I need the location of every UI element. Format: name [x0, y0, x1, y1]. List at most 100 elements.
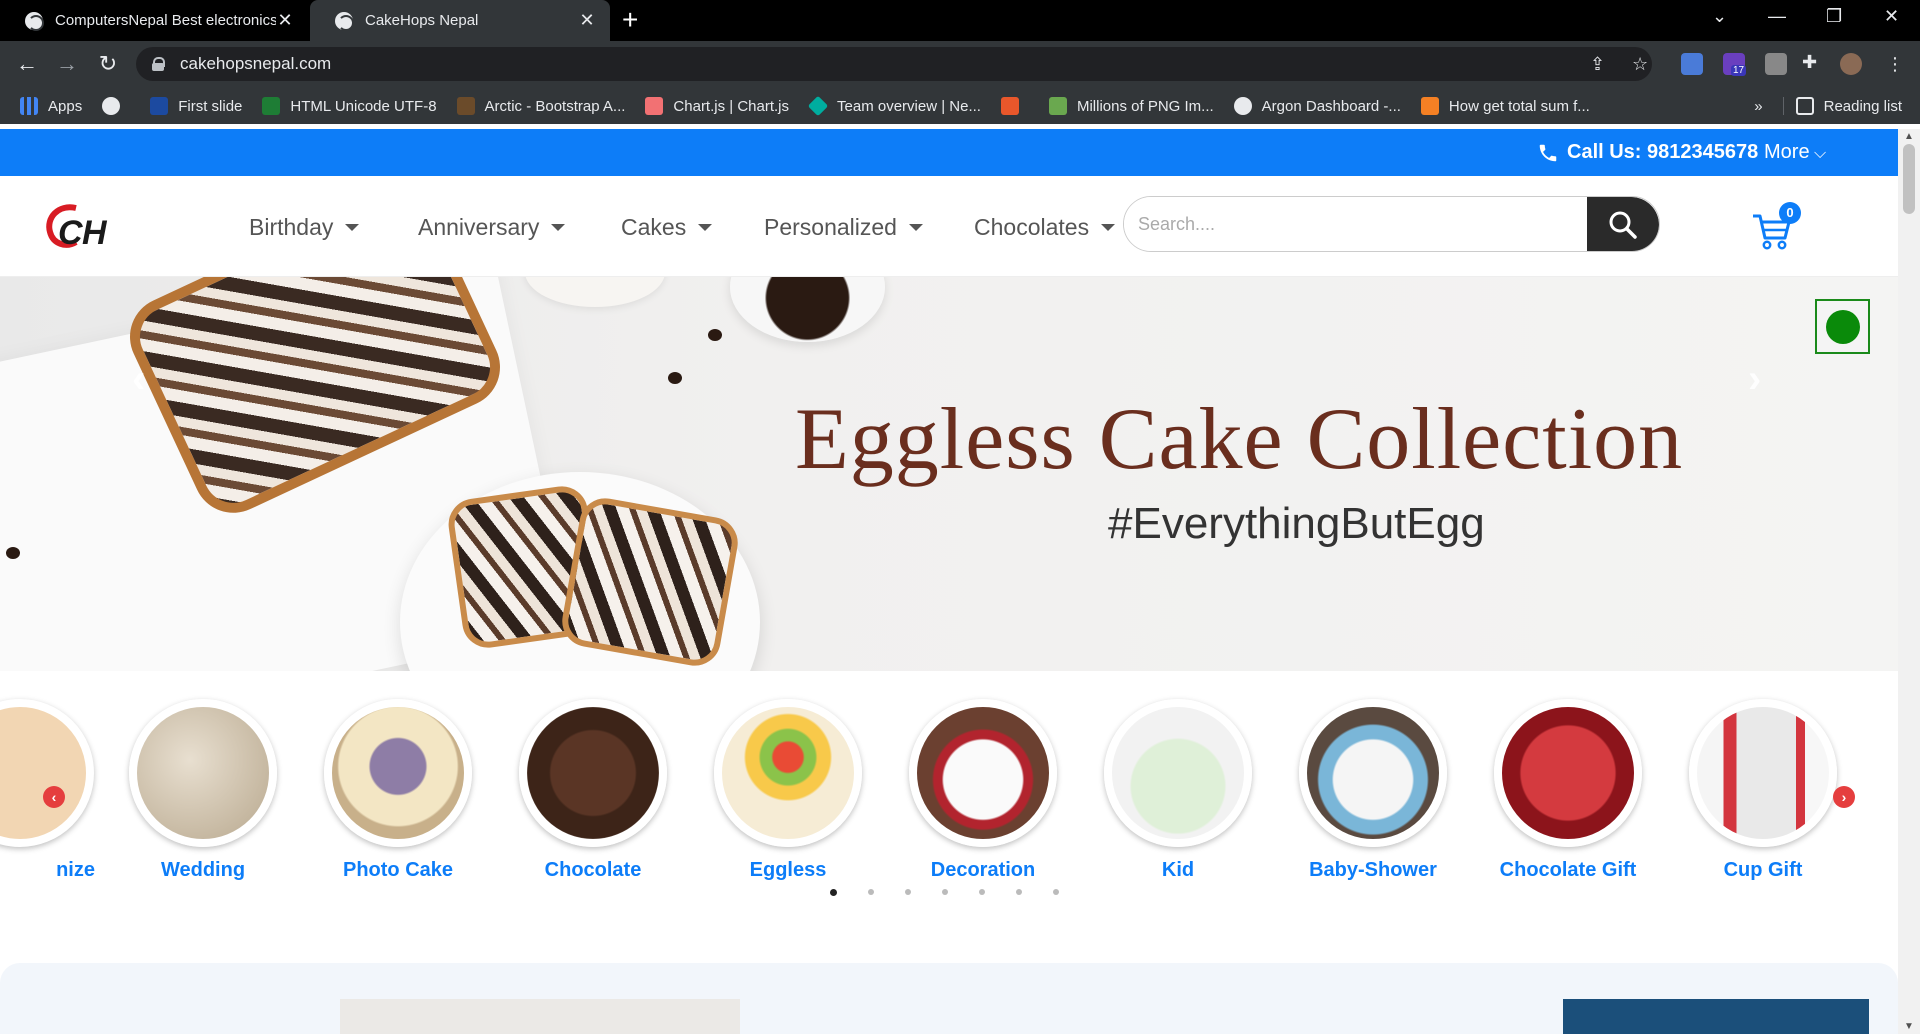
category-item[interactable]: Wedding [128, 699, 278, 882]
category-label: Cup Gift [1723, 859, 1803, 881]
main-navbar: C H Birthday Anniversary Cakes Personali… [0, 176, 1898, 277]
bookmark-label: Apps [48, 97, 83, 115]
bookmark-label: How get total sum f... [1448, 97, 1590, 115]
more-dropdown[interactable]: More ⌵ [1764, 141, 1826, 164]
call-us[interactable]: Call Us: 9812345678 [1537, 141, 1758, 164]
tab-search-icon[interactable]: ⌄ [1712, 6, 1727, 27]
bookmark-label: Arctic - Bootstrap A... [484, 97, 626, 115]
bookmark-chartjs[interactable]: Chart.js | Chart.js [645, 97, 789, 115]
call-us-text: Call Us: 9812345678 [1567, 141, 1759, 163]
bookmark-html-unicode[interactable]: HTML Unicode UTF-8 [262, 97, 437, 115]
menu-anniversary[interactable]: Anniversary [418, 214, 566, 241]
reload-icon[interactable]: ↻ [95, 51, 121, 77]
bookmark-argon[interactable]: Argon Dashboard -... [1233, 97, 1401, 115]
category-image [0, 699, 94, 847]
bookmark-label: First slide [178, 97, 243, 115]
minimize-button[interactable]: — [1768, 6, 1786, 27]
search-button[interactable] [1587, 197, 1659, 251]
browser-tab-computersnepal[interactable]: ComputersNepal Best electronics ✕ [0, 0, 308, 41]
bookmark-png[interactable]: Millions of PNG Im... [1048, 97, 1214, 115]
bookmark-pdf[interactable] [1000, 97, 1029, 115]
profile-avatar[interactable] [1840, 53, 1862, 75]
reading-list[interactable]: Reading list [1782, 97, 1902, 115]
back-icon[interactable]: ← [14, 51, 40, 77]
share-icon[interactable]: ⇪ [1590, 54, 1605, 75]
bookmark-star-icon[interactable]: ☆ [1632, 54, 1648, 75]
menu-chocolates[interactable]: Chocolates [974, 214, 1116, 241]
category-next-icon[interactable]: › [1833, 786, 1855, 808]
menu-birthday[interactable]: Birthday [249, 214, 360, 241]
carousel-next-icon[interactable]: › [1748, 357, 1761, 402]
pagination-dot[interactable] [979, 889, 985, 895]
kebab-menu-icon[interactable]: ⋮ [1886, 54, 1904, 75]
pagination-dot[interactable] [1053, 889, 1059, 895]
hero-carousel: ‹ › Eggless Cake Collection #EverythingB… [0, 277, 1898, 671]
search-icon [1609, 211, 1637, 239]
scroll-up-icon[interactable]: ▲ [1904, 131, 1914, 142]
window-close-button[interactable]: ✕ [1884, 6, 1899, 27]
category-item[interactable]: Kid [1103, 699, 1253, 882]
cakehops-logo[interactable]: C H [44, 198, 122, 254]
extension-badge-icon[interactable]: 17 [1723, 53, 1747, 76]
close-icon[interactable]: ✕ [578, 10, 596, 31]
bookmark-team-overview[interactable]: Team overview | Ne... [807, 95, 981, 117]
translate-extension-icon[interactable] [1681, 53, 1703, 75]
new-tab-button[interactable]: + [622, 6, 638, 34]
caret-down-icon [1101, 224, 1116, 231]
bookmark-label: HTML Unicode UTF-8 [290, 97, 437, 115]
globe-icon [102, 97, 121, 115]
browser-toolbar: ← → ↻ cakehopsnepal.com ⇪ ☆ 17 ✚ ⋮ [0, 41, 1920, 88]
category-item[interactable]: Decoration [908, 699, 1058, 882]
tab-title: ComputersNepal Best electronics [55, 12, 276, 29]
bookmarks-bar: Apps First slide HTML Unicode UTF-8 Arct… [0, 88, 1920, 124]
chevron-down-icon: ⌵ [1809, 145, 1827, 162]
scrollbar-thumb[interactable] [1903, 144, 1915, 214]
globe-icon [335, 11, 354, 31]
search-input[interactable] [1124, 197, 1587, 251]
stack-icon [1420, 97, 1439, 115]
bookmark-globe[interactable] [102, 97, 130, 115]
carousel-prev-icon[interactable]: ‹ [132, 357, 145, 402]
bookmark-first-slide[interactable]: First slide [150, 97, 242, 115]
pagination-dot[interactable] [905, 889, 911, 895]
chocolate-chip-decoration [708, 329, 722, 341]
green-dot-icon [1825, 309, 1860, 344]
pagination-dot[interactable] [868, 889, 874, 895]
apps-grid-icon [20, 97, 38, 115]
category-item[interactable]: Cup Gift [1688, 699, 1838, 882]
extension-badge-count: 17 [1731, 65, 1747, 76]
wa-icon [150, 97, 169, 115]
category-item[interactable]: Baby-Shower [1298, 699, 1448, 882]
pagination-dot[interactable] [1016, 889, 1022, 895]
cart-button[interactable]: 0 [1751, 202, 1801, 250]
puzzle-icon[interactable]: ✚ [1802, 52, 1817, 73]
pagination-dot[interactable] [942, 889, 948, 895]
menu-personalized[interactable]: Personalized [764, 214, 923, 241]
status-indicator[interactable] [1815, 299, 1870, 354]
bookmark-apps[interactable]: Apps [20, 97, 82, 115]
pagination-dot[interactable] [830, 889, 837, 896]
close-icon[interactable]: ✕ [276, 10, 294, 31]
category-prev-icon[interactable]: ‹ [43, 786, 65, 808]
bookmark-stack[interactable]: How get total sum f... [1420, 97, 1590, 115]
search-box [1123, 196, 1660, 252]
address-bar[interactable]: cakehopsnepal.com [136, 47, 1652, 81]
cart-count-badge: 0 [1779, 202, 1801, 224]
browser-tab-cakehops[interactable]: CakeHops Nepal ✕ [310, 0, 610, 41]
scroll-down-icon[interactable]: ▼ [1904, 1021, 1914, 1032]
category-item[interactable]: Photo Cake [323, 699, 473, 882]
category-item[interactable]: Chocolate Gift [1493, 699, 1643, 882]
bookmarks-overflow[interactable]: » [1754, 98, 1762, 115]
forward-icon[interactable]: → [54, 51, 80, 77]
bookmark-arctic[interactable]: Arctic - Bootstrap A... [456, 97, 626, 115]
category-image [1494, 699, 1642, 847]
category-item[interactable]: Eggless [713, 699, 863, 882]
category-item[interactable]: Chocolate [518, 699, 668, 882]
category-image [1299, 699, 1447, 847]
menu-cakes[interactable]: Cakes [621, 214, 713, 241]
category-label: Decoration [930, 859, 1036, 881]
color-picker-extension-icon[interactable] [1765, 53, 1787, 75]
carousel-pagination [830, 889, 1059, 896]
page-scrollbar[interactable]: ▲ ▼ [1898, 129, 1920, 1034]
restore-button[interactable]: ❐ [1826, 6, 1842, 27]
